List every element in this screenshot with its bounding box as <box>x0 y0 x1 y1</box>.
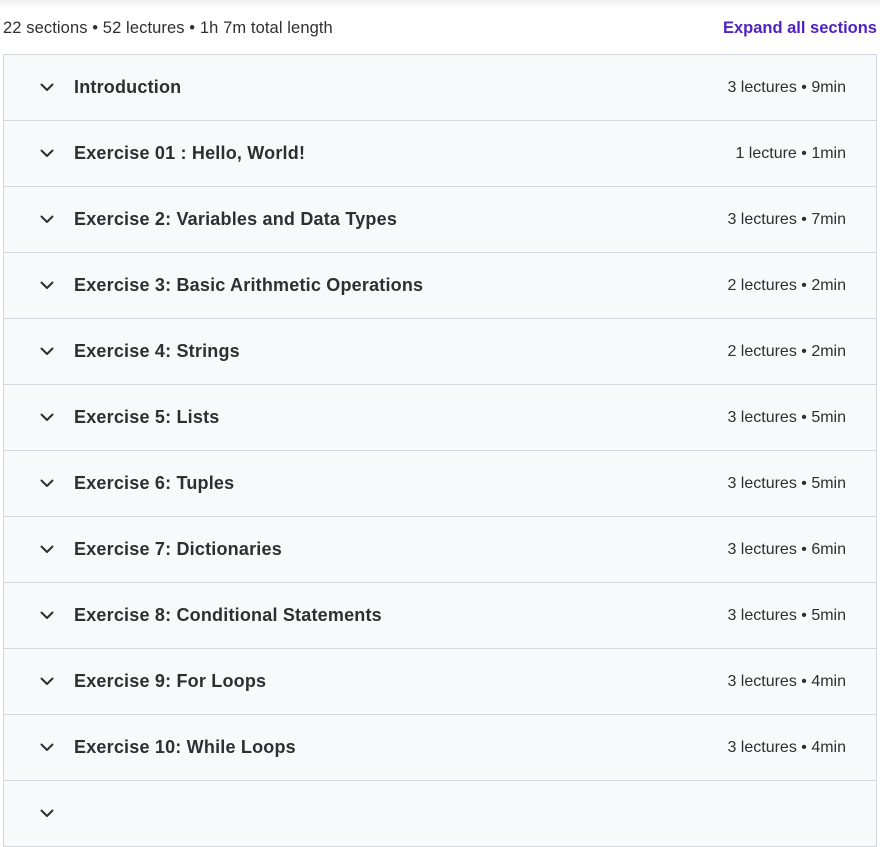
chevron-down-icon <box>38 145 56 163</box>
section-meta: 3 lectures • 6min <box>727 540 846 558</box>
section-row[interactable]: Exercise 01 : Hello, World! 1 lecture • 1… <box>4 121 876 187</box>
chevron-down-icon <box>38 475 56 493</box>
section-meta: 2 lectures • 2min <box>727 276 846 294</box>
chevron-down-icon <box>38 739 56 757</box>
section-row[interactable]: Exercise 7: Dictionaries 3 lectures • 6mi… <box>4 517 876 583</box>
expand-all-sections-button[interactable]: Expand all sections <box>723 19 877 38</box>
section-title: Exercise 7: Dictionaries <box>74 539 282 559</box>
chevron-down-icon <box>38 673 56 691</box>
chevron-down-icon <box>38 607 56 625</box>
chevron-down-icon <box>38 541 56 559</box>
section-meta: 2 lectures • 2min <box>727 342 846 360</box>
section-title: Exercise 6: Tuples <box>74 473 235 493</box>
section-row[interactable] <box>4 781 876 847</box>
chevron-down-icon <box>38 211 56 229</box>
curriculum-header: 22 sections • 52 lectures • 1h 7m total … <box>0 0 880 56</box>
section-meta: 3 lectures • 5min <box>727 606 846 624</box>
section-title: Exercise 9: For Loops <box>74 671 267 691</box>
section-meta: 3 lectures • 7min <box>727 210 846 228</box>
chevron-down-icon <box>38 343 56 361</box>
chevron-down-icon <box>38 277 56 295</box>
section-title: Exercise 10: While Loops <box>74 737 296 757</box>
section-title: Exercise 3: Basic Arithmetic Operations <box>74 275 424 295</box>
section-title: Exercise 5: Lists <box>74 407 220 427</box>
section-row[interactable]: Introduction 3 lectures • 9min <box>4 55 876 121</box>
section-meta: 3 lectures • 5min <box>727 408 846 426</box>
section-meta: 3 lectures • 4min <box>727 672 846 690</box>
section-title: Exercise 01 : Hello, World! <box>74 143 306 163</box>
section-row[interactable]: Exercise 5: Lists 3 lectures • 5min <box>4 385 876 451</box>
section-row[interactable]: Exercise 6: Tuples 3 lectures • 5min <box>4 451 876 517</box>
section-row[interactable]: Exercise 9: For Loops 3 lectures • 4min <box>4 649 876 715</box>
chevron-down-icon <box>38 79 56 97</box>
section-meta: 3 lectures • 9min <box>727 78 846 96</box>
section-row[interactable]: Exercise 10: While Loops 3 lectures • 4mi… <box>4 715 876 781</box>
section-title: Exercise 8: Conditional Statements <box>74 605 382 625</box>
section-row[interactable]: Exercise 3: Basic Arithmetic Operations 2… <box>4 253 876 319</box>
section-row[interactable]: Exercise 2: Variables and Data Types 3 le… <box>4 187 876 253</box>
section-meta: 3 lectures • 4min <box>727 738 846 756</box>
section-meta: 1 lecture • 1min <box>735 144 846 162</box>
sections-list: Introduction 3 lectures • 9min Exercise 01… <box>3 54 877 847</box>
section-title: Exercise 4: Strings <box>74 341 240 361</box>
section-title: Exercise 2: Variables and Data Types <box>74 209 398 229</box>
course-summary: 22 sections • 52 lectures • 1h 7m total … <box>3 18 333 37</box>
section-row[interactable]: Exercise 4: Strings 2 lectures • 2min <box>4 319 876 385</box>
chevron-down-icon <box>38 409 56 427</box>
chevron-down-icon <box>38 805 56 823</box>
section-meta: 3 lectures • 5min <box>727 474 846 492</box>
section-row[interactable]: Exercise 8: Conditional Statements 3 lect… <box>4 583 876 649</box>
section-title: Introduction <box>74 77 182 97</box>
